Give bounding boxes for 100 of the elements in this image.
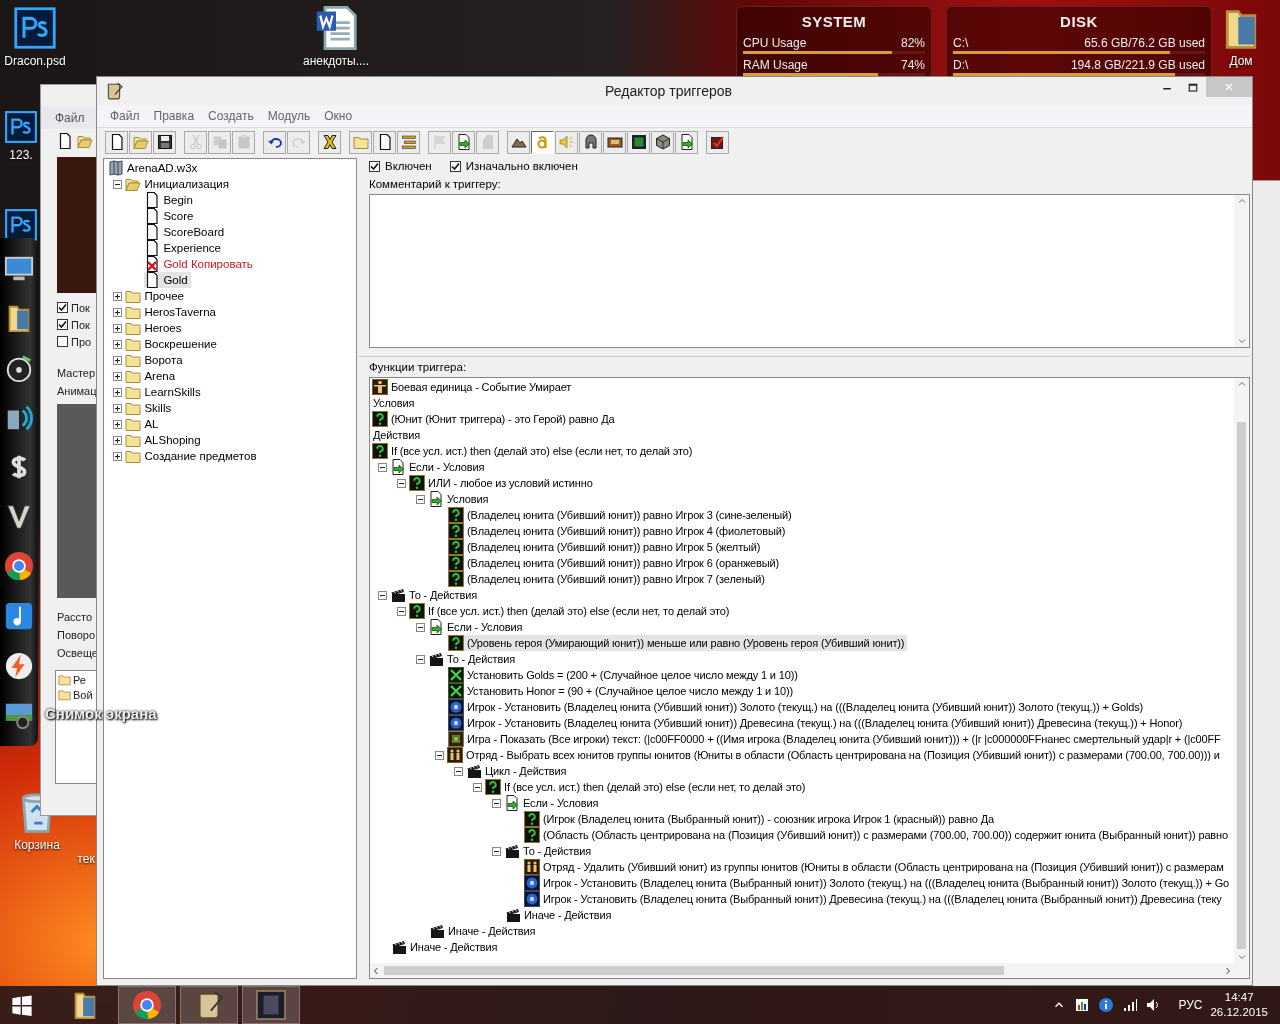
trigger-function-row[interactable]: То - Действия <box>390 587 480 603</box>
trigger-tree-item[interactable]: AL <box>125 416 162 432</box>
desktop-icon[interactable]: 123. <box>4 110 38 162</box>
trigger-function-row[interactable]: Игрок - Установить (Владелец юнита (Выбранный юнит)) Древесина (текущ.) на (((Владелец юнита (Выбранный юнит)) Древесина (теку <box>524 891 1225 907</box>
vertical-scrollbar[interactable] <box>1234 378 1249 963</box>
trigger-tree-item[interactable]: Прочее <box>125 288 187 304</box>
vertical-scrollbar[interactable] <box>1234 195 1249 347</box>
expand-toggle[interactable] <box>113 307 123 317</box>
expand-toggle[interactable] <box>113 323 123 333</box>
trigger-function-row[interactable]: Иначе - Действия <box>429 923 539 939</box>
expand-toggle[interactable] <box>416 654 425 664</box>
folder-label[interactable]: Ре <box>73 673 86 686</box>
expand-toggle[interactable] <box>416 622 425 632</box>
expand-toggle[interactable] <box>397 606 406 616</box>
expand-toggle[interactable] <box>492 798 501 808</box>
expand-toggle[interactable] <box>113 179 123 189</box>
expand-toggle[interactable] <box>378 462 387 472</box>
comment-field[interactable] <box>369 194 1250 348</box>
trigger-tree-item[interactable]: Воскрешение <box>125 336 220 352</box>
trigger-tree-item[interactable]: Skills <box>125 400 175 416</box>
checkbox[interactable] <box>57 336 68 347</box>
taskbar-button[interactable] <box>118 986 176 1024</box>
menu-item[interactable]: Окно <box>317 107 360 125</box>
trigger-function-row[interactable]: (Владелец юнита (Убивший юнит)) равно Игрок 6 (оранжевый) <box>448 555 782 571</box>
desktop-icon[interactable]: Дом <box>1218 6 1264 68</box>
undo-button[interactable] <box>263 130 286 154</box>
checkbox[interactable] <box>449 160 461 172</box>
trigger-function-row[interactable]: Цикл - Действия <box>466 763 570 779</box>
trigger-button[interactable] <box>531 130 554 154</box>
language-indicator[interactable]: РУС <box>1178 998 1203 1012</box>
trigger-tree-item[interactable]: ArenaAD.w3x <box>108 160 201 176</box>
x-tool-button[interactable] <box>318 130 341 154</box>
trigger-function-row[interactable]: If (все усл. ист.) then (делай это) else (если нет, то делай это) <box>485 779 809 795</box>
trigger-function-row[interactable]: Отряд - Выбрать всех юнитов группы юнитов (Юниты в области (Область центрирована на (Позиция (Убивший юнит)) с размерами (700.00, 700.00))) и <box>447 747 1223 763</box>
menu-item[interactable]: Файл <box>41 107 97 129</box>
trigger-function-row[interactable]: То - Действия <box>428 651 518 667</box>
trigger-tree-item[interactable]: Score <box>144 208 197 224</box>
trigger-function-row[interactable]: (Область (Область центрирована на (Позиция (Убивший юнит)) с размерами (700.00, 700.00)) содержит юнита (Выбранный юнит)) равно <box>524 827 1231 843</box>
menu-item[interactable]: Правка <box>146 107 202 125</box>
expand-toggle[interactable] <box>113 371 123 381</box>
trigger-function-row[interactable]: Иначе - Действия <box>391 939 501 955</box>
clock[interactable]: 14:47 26.12.2015 <box>1210 990 1268 1020</box>
trigger-function-row[interactable]: (Владелец юнита (Убивший юнит)) равно Игрок 7 (зеленый) <box>448 571 768 587</box>
trigger-function-row[interactable]: ИЛИ - любое из условий истинно <box>409 475 596 491</box>
trigger-function-row[interactable]: Отряд - Удалить (Убивший юнит) из группы юнитов (Юниты в области (Область центрирована на (Позиция (Убивший юнит)) с размерам <box>524 859 1227 875</box>
trigger-function-row[interactable]: Установить Golds = (200 + (Случайное целое число между 1 и 10)) <box>448 667 801 683</box>
menu-item[interactable]: Модуль <box>260 107 318 125</box>
new-trigger-button[interactable] <box>373 130 396 154</box>
trigger-function-row[interactable]: Если - Условия <box>390 459 488 475</box>
campaign-button[interactable] <box>603 130 626 154</box>
test-map-button[interactable] <box>706 130 729 154</box>
expand-toggle[interactable] <box>113 291 123 301</box>
menu-item[interactable]: Создать <box>201 107 261 125</box>
trigger-tree-item[interactable]: Создание предметов <box>125 448 260 464</box>
trigger-tree-item[interactable]: LearnSkills <box>125 384 204 400</box>
section-label[interactable]: Условия <box>372 395 418 411</box>
trigger-function-row[interactable]: If (все усл. ист.) then (делай это) else (если нет, то делай это) <box>409 603 733 619</box>
desktop-icon[interactable] <box>4 208 38 242</box>
import-button[interactable] <box>675 130 698 154</box>
terrain-button[interactable] <box>507 130 530 154</box>
expand-toggle[interactable] <box>113 339 123 349</box>
trigger-function-row[interactable]: (Владелец юнита (Убивший юнит)) равно Игрок 4 (фиолетовый) <box>448 523 789 539</box>
checkbox[interactable] <box>369 160 380 172</box>
trigger-tree-item[interactable]: Ворота <box>125 352 186 368</box>
desktop-icon[interactable]: Dracon.psd <box>4 6 66 68</box>
expand-toggle[interactable] <box>113 435 123 445</box>
trigger-function-row[interactable]: (Владелец юнита (Убивший юнит)) равно Игрок 3 (сине-зеленый) <box>448 507 795 523</box>
expand-toggle[interactable] <box>416 494 425 504</box>
expand-toggle[interactable] <box>378 590 387 600</box>
trigger-function-row[interactable]: Установить Honor = (90 + (Случайное целое число между 1 и 10)) <box>448 683 796 699</box>
trigger-function-row[interactable]: Игрок - Установить (Владелец юнита (Убивший юнит)) Золото (текущ.) на (((Владелец юнита (Убивший юнит)) Золото (текущ.)) + Golds) <box>448 699 1147 715</box>
ai-button[interactable] <box>627 130 650 154</box>
new-button[interactable] <box>105 130 128 154</box>
expand-toggle[interactable] <box>113 451 123 461</box>
trigger-function-row[interactable]: (Уровень героя (Умирающий юнит)) меньше или равно (Уровень героя (Убивший юнит)) <box>448 635 908 651</box>
expand-toggle[interactable] <box>454 766 463 776</box>
expand-toggle[interactable] <box>473 782 482 792</box>
checkbox[interactable] <box>57 302 68 313</box>
trigger-function-row[interactable]: If (все усл. ист.) then (делай это) else (если нет, то делай это) <box>372 443 696 459</box>
trigger-function-row[interactable]: Боевая единица - Событие Умирает <box>372 379 575 395</box>
trigger-function-row[interactable]: То - Действия <box>504 843 594 859</box>
expand-toggle[interactable] <box>113 419 123 429</box>
expand-toggle[interactable] <box>492 846 501 856</box>
checkbox[interactable] <box>57 319 68 330</box>
expand-toggle[interactable] <box>113 355 123 365</box>
trigger-function-row[interactable]: (Юнит (Юнит триггера) - это Герой) равно Да <box>372 411 618 427</box>
trigger-function-row[interactable]: Если - Условия <box>504 795 602 811</box>
expand-toggle[interactable] <box>435 750 444 760</box>
trigger-tree-item[interactable]: Begin <box>144 192 196 208</box>
trigger-tree-item[interactable]: Инициализация <box>125 176 232 192</box>
trigger-tree-item[interactable]: Heroes <box>125 320 185 336</box>
trigger-function-row[interactable]: Условия <box>428 491 492 507</box>
trigger-tree-item[interactable]: ScoreBoard <box>144 224 228 240</box>
trigger-function-row[interactable]: Иначе - Действия <box>505 907 615 923</box>
trigger-function-row[interactable]: Игрок - Установить (Владелец юнита (Убивший юнит)) Древесина (текущ.) на (((Владелец юнита (Убивший юнит)) Древесина (текущ.)) + Honor) <box>448 715 1186 731</box>
section-label[interactable]: Действия <box>372 427 423 443</box>
menu-item[interactable]: Файл <box>103 107 147 125</box>
trigger-function-row[interactable]: Игра - Показать (Все игроки) текст: (|c00FF0000 + ((Имя игрока (Владелец юнита (Убивший юнит))) + (|r |c000000FFнанес смертельный удар|r + (|c00FF <box>448 731 1224 747</box>
trigger-tree-item[interactable]: HerosTaverna <box>125 304 219 320</box>
expand-toggle[interactable] <box>397 478 406 488</box>
